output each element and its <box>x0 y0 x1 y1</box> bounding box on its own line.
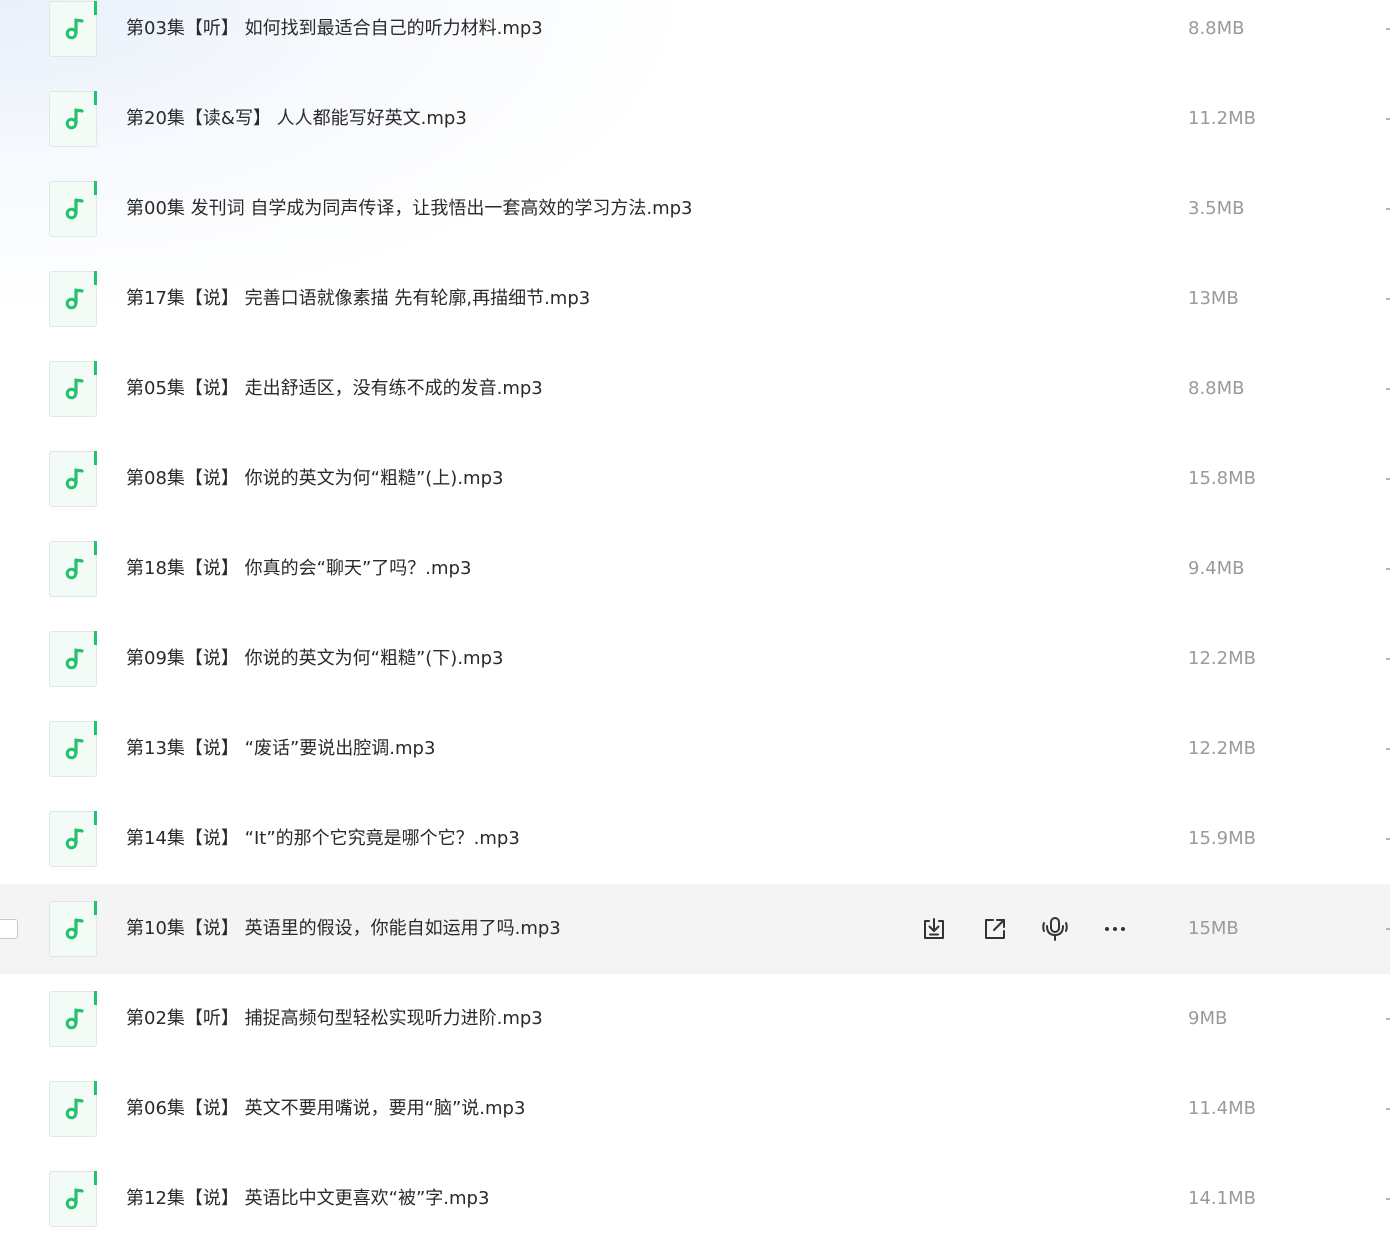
file-size: 11.2MB <box>1188 108 1256 129</box>
file-name[interactable]: 第08集【说】 你说的英文为何“粗糙”(上).mp3 <box>126 468 503 490</box>
audio-file-icon <box>49 1081 97 1137</box>
voice-icon[interactable] <box>1039 914 1071 944</box>
file-row[interactable]: 第12集【说】 英语比中文更喜欢“被”字.mp3 14.1MB <box>0 1154 1390 1244</box>
audio-file-icon <box>49 631 97 687</box>
file-name[interactable]: 第20集【读&写】 人人都能写好英文.mp3 <box>126 108 467 130</box>
row-edge-marker <box>1386 1018 1390 1020</box>
file-row[interactable]: 第03集【听】 如何找到最适合自己的听力材料.mp3 8.8MB <box>0 0 1390 74</box>
more-icon[interactable] <box>1099 914 1131 944</box>
file-size: 15MB <box>1188 918 1239 939</box>
file-name[interactable]: 第05集【说】 走出舒适区，没有练不成的发音.mp3 <box>126 378 543 400</box>
file-size: 11.4MB <box>1188 1098 1256 1119</box>
file-name[interactable]: 第00集 发刊词 自学成为同声传译，让我悟出一套高效的学习方法.mp3 <box>126 198 692 220</box>
file-name[interactable]: 第18集【说】 你真的会“聊天”了吗？.mp3 <box>126 558 471 580</box>
file-name[interactable]: 第10集【说】 英语里的假设，你能自如运用了吗.mp3 <box>126 918 561 940</box>
file-list: 第03集【听】 如何找到最适合自己的听力材料.mp3 8.8MB 第20集【读&… <box>0 0 1390 1244</box>
share-icon[interactable] <box>979 914 1011 944</box>
row-edge-marker <box>1386 928 1390 930</box>
file-size: 14.1MB <box>1188 1188 1256 1209</box>
row-edge-marker <box>1386 118 1390 120</box>
row-select-checkbox[interactable] <box>0 919 18 939</box>
file-name[interactable]: 第06集【说】 英文不要用嘴说，要用“脑”说.mp3 <box>126 1098 525 1120</box>
row-edge-marker <box>1386 838 1390 840</box>
row-edge-marker <box>1386 388 1390 390</box>
audio-file-icon <box>49 271 97 327</box>
audio-file-icon <box>49 181 97 237</box>
file-row[interactable]: 第17集【说】 完善口语就像素描 先有轮廓,再描细节.mp3 13MB <box>0 254 1390 344</box>
file-size: 13MB <box>1188 288 1239 309</box>
file-name[interactable]: 第02集【听】 捕捉高频句型轻松实现听力进阶.mp3 <box>126 1008 543 1030</box>
file-name[interactable]: 第13集【说】 “废话”要说出腔调.mp3 <box>126 738 435 760</box>
file-name[interactable]: 第17集【说】 完善口语就像素描 先有轮廓,再描细节.mp3 <box>126 288 590 310</box>
audio-file-icon <box>49 541 97 597</box>
file-size: 9MB <box>1188 1008 1228 1029</box>
file-row[interactable]: 第20集【读&写】 人人都能写好英文.mp3 11.2MB <box>0 74 1390 164</box>
file-row[interactable]: 第13集【说】 “废话”要说出腔调.mp3 12.2MB <box>0 704 1390 794</box>
file-size: 12.2MB <box>1188 648 1256 669</box>
file-size: 12.2MB <box>1188 738 1256 759</box>
audio-file-icon <box>49 721 97 777</box>
audio-file-icon <box>49 1171 97 1227</box>
file-row[interactable]: 第14集【说】 “It”的那个它究竟是哪个它？.mp3 15.9MB <box>0 794 1390 884</box>
file-row[interactable]: 第05集【说】 走出舒适区，没有练不成的发音.mp3 8.8MB <box>0 344 1390 434</box>
row-edge-marker <box>1386 1108 1390 1110</box>
row-edge-marker <box>1386 748 1390 750</box>
file-row[interactable]: 第08集【说】 你说的英文为何“粗糙”(上).mp3 15.8MB <box>0 434 1390 524</box>
row-edge-marker <box>1386 28 1390 30</box>
audio-file-icon <box>49 1 97 57</box>
audio-file-icon <box>49 91 97 147</box>
audio-file-icon <box>49 361 97 417</box>
file-size: 8.8MB <box>1188 378 1245 399</box>
audio-file-icon <box>49 811 97 867</box>
audio-file-icon <box>49 451 97 507</box>
file-size: 8.8MB <box>1188 18 1245 39</box>
row-edge-marker <box>1386 568 1390 570</box>
file-name[interactable]: 第03集【听】 如何找到最适合自己的听力材料.mp3 <box>126 18 543 40</box>
audio-file-icon <box>49 901 97 957</box>
file-name[interactable]: 第09集【说】 你说的英文为何“粗糙”(下).mp3 <box>126 648 503 670</box>
file-row-hovered[interactable]: 第10集【说】 英语里的假设，你能自如运用了吗.mp3 15MB <box>0 884 1390 974</box>
row-edge-marker <box>1386 208 1390 210</box>
row-edge-marker <box>1386 298 1390 300</box>
file-size: 9.4MB <box>1188 558 1245 579</box>
row-edge-marker <box>1386 1198 1390 1200</box>
file-row[interactable]: 第18集【说】 你真的会“聊天”了吗？.mp3 9.4MB <box>0 524 1390 614</box>
file-size: 15.9MB <box>1188 828 1256 849</box>
file-name[interactable]: 第12集【说】 英语比中文更喜欢“被”字.mp3 <box>126 1188 489 1210</box>
audio-file-icon <box>49 991 97 1047</box>
file-size: 15.8MB <box>1188 468 1256 489</box>
file-row[interactable]: 第00集 发刊词 自学成为同声传译，让我悟出一套高效的学习方法.mp3 3.5M… <box>0 164 1390 254</box>
file-row[interactable]: 第02集【听】 捕捉高频句型轻松实现听力进阶.mp3 9MB <box>0 974 1390 1064</box>
download-icon[interactable] <box>918 914 950 944</box>
row-edge-marker <box>1386 478 1390 480</box>
file-size: 3.5MB <box>1188 198 1245 219</box>
row-edge-marker <box>1386 658 1390 660</box>
file-name[interactable]: 第14集【说】 “It”的那个它究竟是哪个它？.mp3 <box>126 828 520 850</box>
file-row[interactable]: 第09集【说】 你说的英文为何“粗糙”(下).mp3 12.2MB <box>0 614 1390 704</box>
file-row[interactable]: 第06集【说】 英文不要用嘴说，要用“脑”说.mp3 11.4MB <box>0 1064 1390 1154</box>
